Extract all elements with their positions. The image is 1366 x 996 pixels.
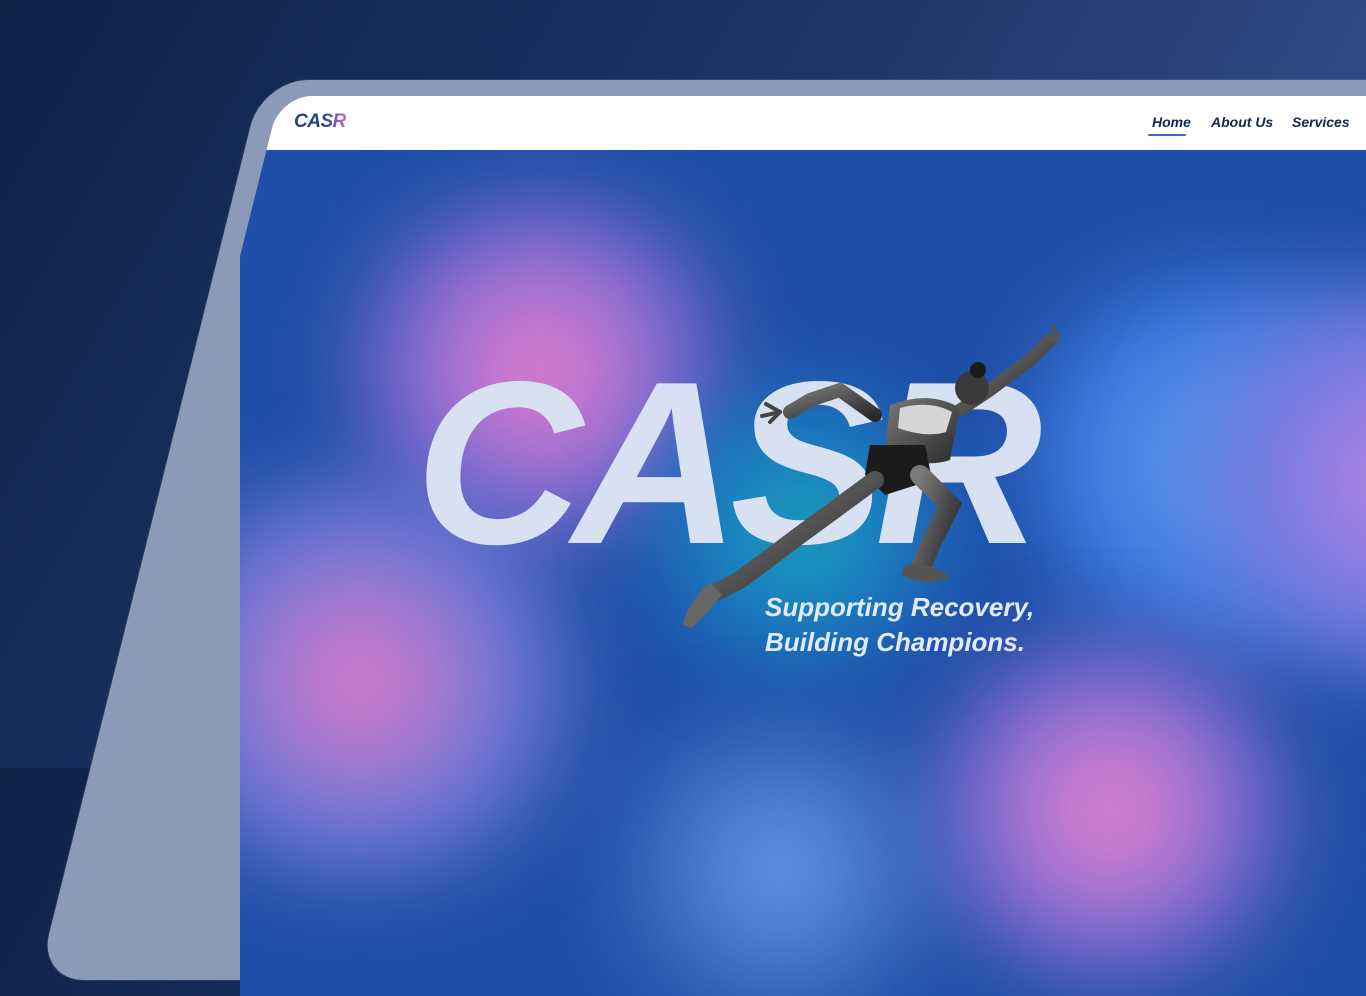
site-logo[interactable]: CASR: [294, 111, 346, 133]
tagline-line-2: Building Champions.: [765, 627, 1025, 657]
nav-home-link[interactable]: Home: [1152, 114, 1191, 130]
nav-services-link[interactable]: Services: [1292, 114, 1350, 130]
nav-active-indicator: [1148, 134, 1186, 136]
nav-about-link[interactable]: About Us: [1211, 114, 1273, 130]
hero-tagline: Supporting Recovery, Building Champions.: [765, 590, 1034, 660]
browser-screen: CASR Home About Us Services CASR Support…: [56, 96, 1366, 996]
hero-section: CASR Supporting Recovery, Building Champ…: [240, 150, 1366, 996]
navbar: CASR Home About Us Services: [240, 96, 1366, 150]
tagline-line-1: Supporting Recovery,: [765, 592, 1035, 622]
